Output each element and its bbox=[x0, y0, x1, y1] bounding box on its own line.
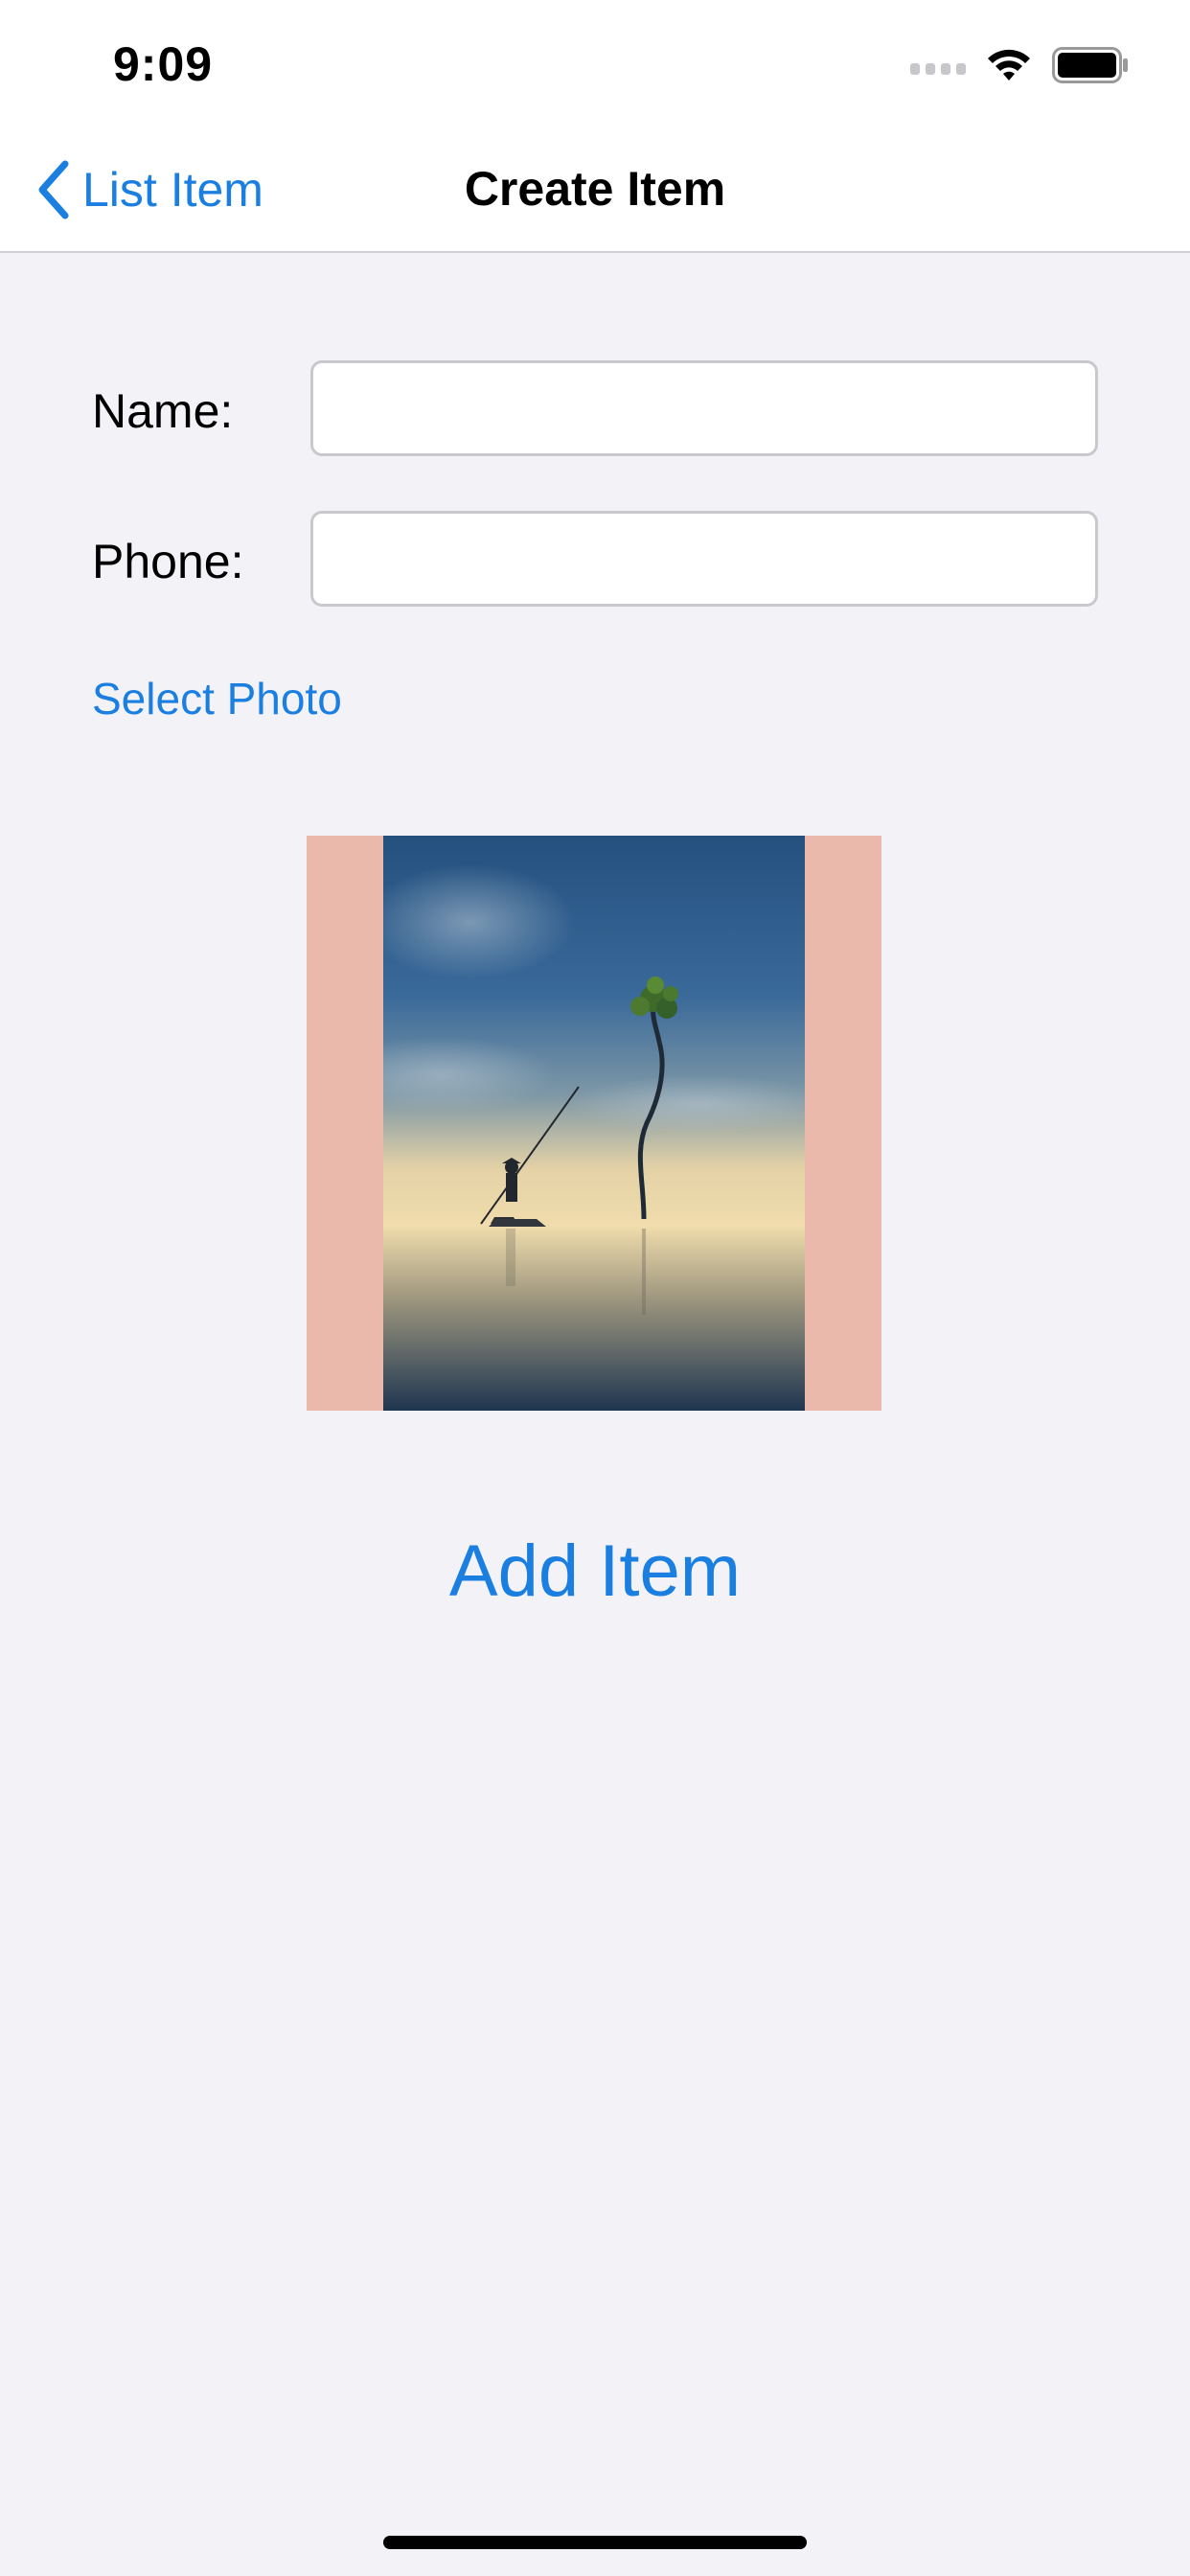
name-input[interactable] bbox=[310, 360, 1098, 456]
photo-preview bbox=[307, 836, 881, 1411]
status-time: 9:09 bbox=[113, 37, 214, 91]
status-bar: 9:09 bbox=[0, 0, 1190, 126]
photo-image bbox=[383, 836, 805, 1411]
phone-label: Phone: bbox=[92, 535, 244, 588]
add-item-button[interactable]: Add Item bbox=[0, 1530, 1190, 1613]
status-icons bbox=[910, 42, 1129, 88]
cellular-icon bbox=[910, 56, 966, 75]
select-photo-button[interactable]: Select Photo bbox=[92, 673, 342, 724]
battery-icon bbox=[1052, 47, 1128, 83]
photo-illustration bbox=[383, 836, 805, 1411]
name-label: Name: bbox=[92, 384, 234, 438]
name-row: Name: bbox=[92, 360, 1098, 456]
wifi-icon bbox=[988, 49, 1030, 80]
home-indicator[interactable] bbox=[383, 2536, 807, 2549]
phone-row: Phone: bbox=[92, 511, 1098, 607]
page-title: Create Item bbox=[464, 162, 726, 216]
navigation-bar: List Item Create Item bbox=[0, 126, 1190, 253]
phone-input[interactable] bbox=[310, 511, 1098, 607]
